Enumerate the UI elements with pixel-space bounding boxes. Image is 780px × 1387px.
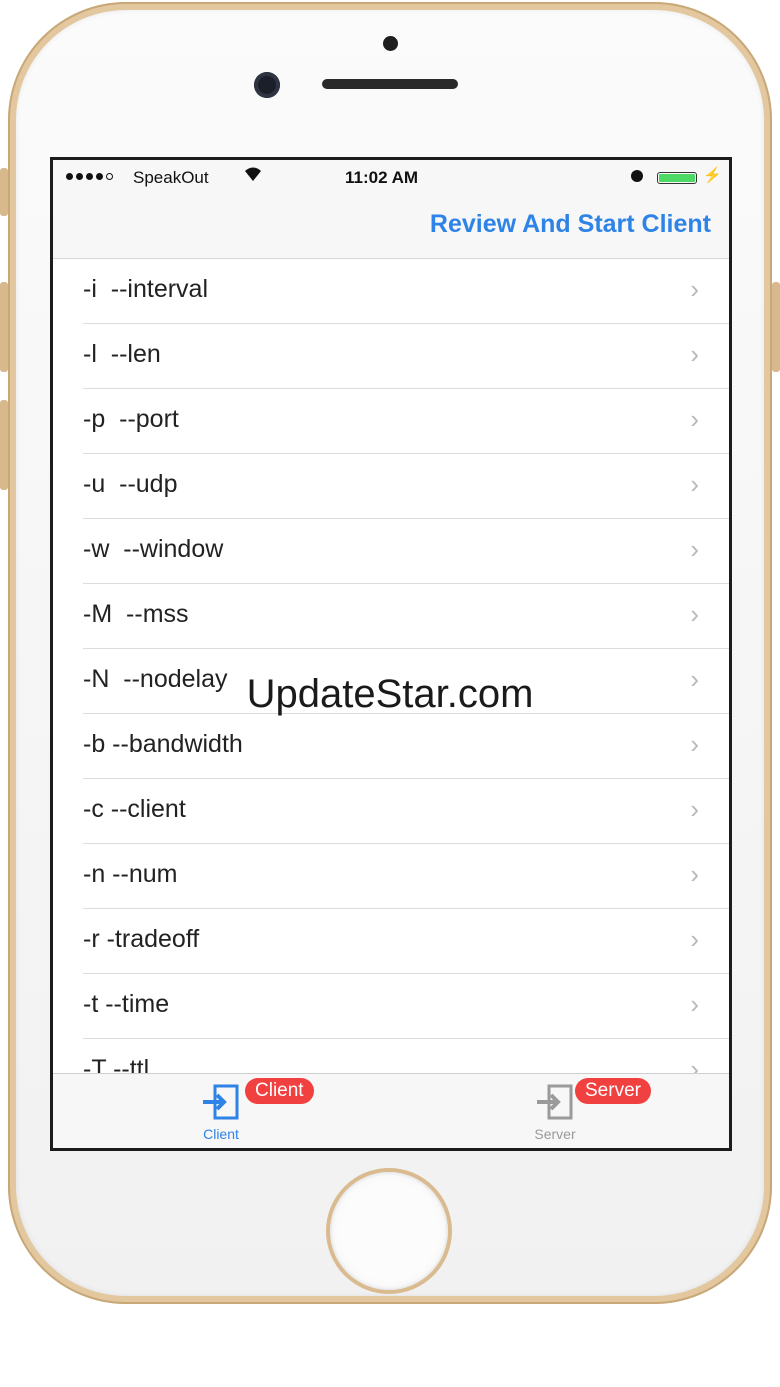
list-item[interactable]: -i --interval › [83, 259, 729, 324]
login-icon [203, 1084, 239, 1120]
chevron-right-icon: › [690, 729, 699, 759]
list-item[interactable]: -M --mss › [83, 584, 729, 649]
tab-client-label: Client [203, 1126, 239, 1142]
chevron-right-icon: › [690, 1054, 699, 1074]
side-button-power [772, 282, 780, 372]
chevron-right-icon: › [690, 339, 699, 369]
list-item-label: -i --interval [83, 275, 209, 303]
side-button-mute [0, 168, 8, 216]
list-item[interactable]: -n --num › [83, 844, 729, 909]
chevron-right-icon: › [690, 664, 699, 694]
list-item[interactable]: -c --client › [83, 779, 729, 844]
list-item-label: -N --nodelay [83, 665, 228, 693]
list-item[interactable]: -u --udp › [83, 454, 729, 519]
list-item-label: -r -tradeoff [83, 925, 200, 953]
chevron-right-icon: › [690, 274, 699, 304]
list-item[interactable]: -r -tradeoff › [83, 909, 729, 974]
review-and-start-client-button[interactable]: Review And Start Client [430, 210, 711, 239]
chevron-right-icon: › [690, 989, 699, 1019]
list-item[interactable]: -T --ttl › [83, 1039, 729, 1074]
chevron-right-icon: › [690, 469, 699, 499]
list-item[interactable]: -t --time › [83, 974, 729, 1039]
proximity-sensor [383, 36, 398, 51]
tab-server[interactable]: Server Server [495, 1074, 651, 1148]
chevron-right-icon: › [690, 404, 699, 434]
options-list: -i --interval › -l --len › -p --port › -u -… [53, 259, 729, 1074]
list-item-label: -b --bandwidth [83, 730, 243, 758]
server-badge: Server [575, 1078, 651, 1104]
list-item[interactable]: -N --nodelay › [83, 649, 729, 714]
battery-icon [657, 172, 697, 184]
list-item-label: -w --window [83, 535, 224, 563]
charging-icon: ⚡ [703, 167, 722, 184]
list-item-label: -l --len [83, 340, 161, 368]
tab-bar: Client Client Server Server [53, 1073, 729, 1148]
side-button-volume-down [0, 400, 8, 490]
side-button-volume-up [0, 282, 8, 372]
status-time: 11:02 AM [345, 168, 419, 187]
tab-server-label: Server [534, 1126, 576, 1142]
earpiece-speaker [322, 79, 458, 89]
list-item-label: -u --udp [83, 470, 178, 498]
status-bar: SpeakOut 11:02 AM ⚡ [53, 160, 729, 196]
login-icon [537, 1084, 573, 1120]
list-item-label: -c --client [83, 795, 186, 823]
list-item-label: -T --ttl [83, 1055, 150, 1074]
navigation-bar: Review And Start Client [53, 196, 729, 259]
home-button[interactable] [330, 1172, 448, 1290]
chevron-right-icon: › [690, 599, 699, 629]
list-item[interactable]: -l --len › [83, 324, 729, 389]
list-item-label: -M --mss [83, 600, 189, 628]
rotation-lock-icon [631, 170, 643, 182]
wifi-icon [243, 166, 263, 187]
chevron-right-icon: › [690, 794, 699, 824]
signal-strength-icon [66, 173, 113, 180]
carrier-name: SpeakOut [133, 168, 209, 187]
tab-client[interactable]: Client Client [161, 1074, 314, 1148]
phone-screen: SpeakOut 11:02 AM ⚡ Review And Start Cli… [50, 157, 732, 1151]
list-item[interactable]: -p --port › [83, 389, 729, 454]
client-badge: Client [245, 1078, 314, 1104]
chevron-right-icon: › [690, 534, 699, 564]
list-item[interactable]: -b --bandwidth › [83, 714, 729, 779]
list-item[interactable]: -w --window › [83, 519, 729, 584]
front-camera [254, 72, 280, 98]
list-item-label: -t --time [83, 990, 170, 1018]
chevron-right-icon: › [690, 924, 699, 954]
chevron-right-icon: › [690, 859, 699, 889]
list-item-label: -n --num [83, 860, 178, 888]
list-item-label: -p --port [83, 405, 179, 433]
